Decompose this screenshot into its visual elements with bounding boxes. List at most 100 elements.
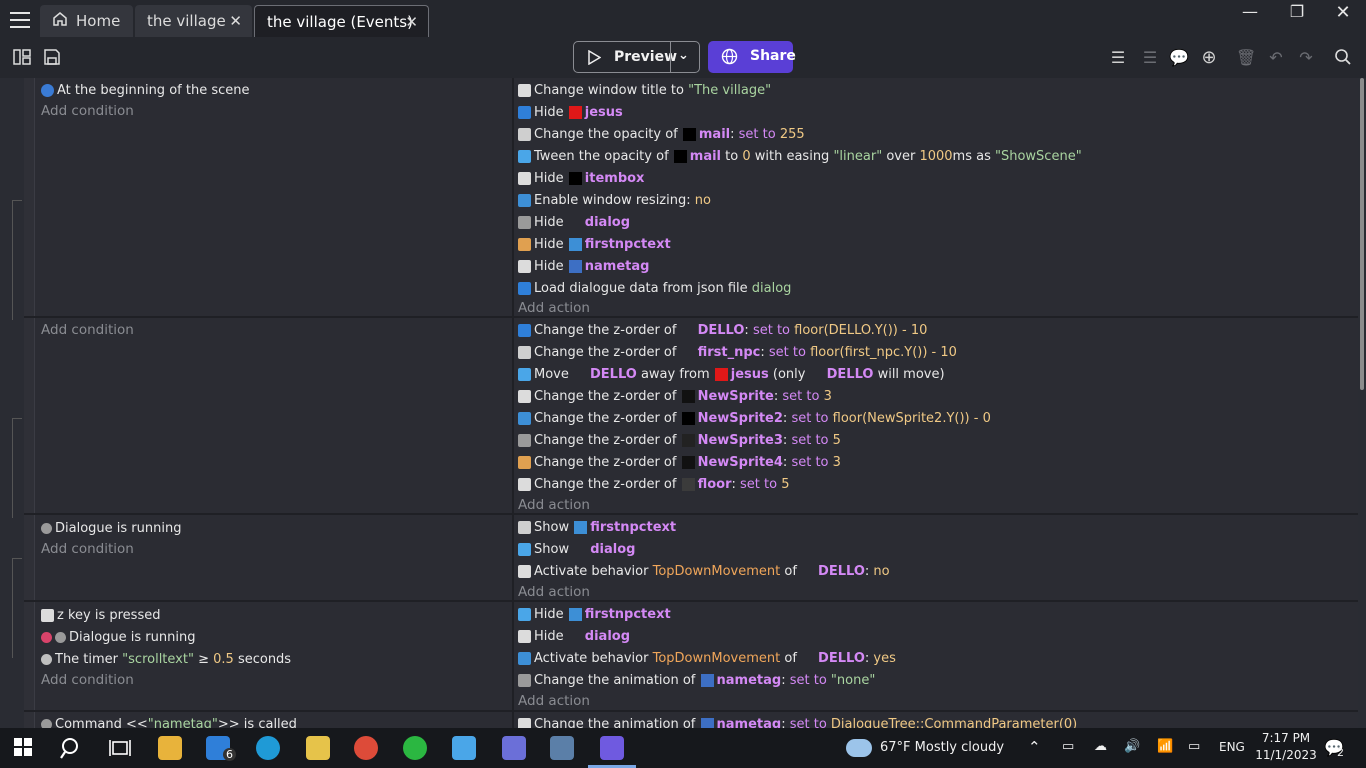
object-name[interactable]: jesus <box>731 367 769 382</box>
meet-icon[interactable]: ▭ <box>1062 739 1074 754</box>
action-row[interactable]: Hide dialog <box>518 625 630 647</box>
add-subevent-icon[interactable]: ☰ <box>1140 48 1160 68</box>
conditions-column[interactable]: At the beginning of the scene Add condit… <box>34 78 512 316</box>
object-name[interactable]: dialog <box>585 629 630 644</box>
object-name[interactable]: itembox <box>585 171 645 186</box>
action-row[interactable]: Change the z-order of NewSprite4: set to… <box>518 451 841 473</box>
add-action-link[interactable]: Add action <box>518 494 590 516</box>
action-row[interactable]: Hide firstnpctext <box>518 603 671 625</box>
gdevelop-icon[interactable] <box>600 736 624 760</box>
object-name[interactable]: NewSprite3 <box>698 433 783 448</box>
delete-icon[interactable]: 🗑 <box>1236 48 1256 68</box>
action-row[interactable]: Tween the opacity of mail to 0 with easi… <box>518 145 1082 167</box>
action-row[interactable]: Load dialogue data from json file dialog <box>518 277 791 299</box>
object-name[interactable]: first_npc <box>698 345 761 360</box>
action-row[interactable]: Change the animation of nametag: set to … <box>518 713 1077 728</box>
menu-icon[interactable] <box>10 12 30 28</box>
conditions-column[interactable]: Add condition <box>34 318 512 513</box>
condition-row[interactable]: Dialogue is running <box>41 626 195 648</box>
add-event-icon[interactable]: ☰ <box>1108 48 1128 68</box>
object-name[interactable]: DELLO <box>698 323 745 338</box>
wifi-icon[interactable]: 📶 <box>1157 739 1173 754</box>
action-row[interactable]: Change the opacity of mail: set to 255 <box>518 123 805 145</box>
add-condition-link[interactable]: Add condition <box>41 669 134 691</box>
condition-row[interactable]: Dialogue is running <box>41 517 181 539</box>
object-name[interactable]: DELLO <box>827 367 874 382</box>
action-row[interactable]: Hide itembox <box>518 167 644 189</box>
minimize-icon[interactable]: — <box>1230 2 1270 21</box>
action-row[interactable]: Move DELLO away from jesus (only DELLO w… <box>518 363 945 385</box>
action-row[interactable]: Change the z-order of NewSprite3: set to… <box>518 429 841 451</box>
conditions-column[interactable]: Command <<"nametag">> is called <box>34 712 512 728</box>
condition-row[interactable]: At the beginning of the scene <box>41 79 249 101</box>
clock-time[interactable]: 7:17 PM <box>1256 731 1316 745</box>
restore-icon[interactable]: ❐ <box>1277 2 1317 21</box>
object-name[interactable]: NewSprite4 <box>698 455 783 470</box>
tab-the-village-events[interactable]: the village (Events) ✕ <box>254 5 429 37</box>
action-row[interactable]: Change the z-order of first_npc: set to … <box>518 341 957 363</box>
search-icon[interactable] <box>60 736 84 760</box>
task-view-icon[interactable] <box>108 736 132 760</box>
conditions-column[interactable]: z key is pressed Dialogue is running The… <box>34 602 512 710</box>
object-name[interactable]: nametag <box>585 259 650 274</box>
object-name[interactable]: firstnpctext <box>585 237 671 252</box>
chrome-icon[interactable] <box>354 736 378 760</box>
action-row[interactable]: Activate behavior TopDownMovement of DEL… <box>518 647 896 669</box>
tab-the-village[interactable]: the village ✕ <box>135 5 252 37</box>
add-icon[interactable]: ⊕ <box>1199 48 1219 68</box>
add-action-link[interactable]: Add action <box>518 297 590 319</box>
action-row[interactable]: Activate behavior TopDownMovement of DEL… <box>518 560 890 582</box>
tab-home[interactable]: Home <box>40 5 133 37</box>
action-row[interactable]: Hide nametag <box>518 255 649 277</box>
actions-column[interactable]: Hide firstnpctext Hide dialog Activate beh… <box>512 602 1358 710</box>
object-name[interactable]: nametag <box>717 717 782 729</box>
app-icon[interactable] <box>502 736 526 760</box>
undo-icon[interactable]: ↶ <box>1266 48 1286 68</box>
action-row[interactable]: Hide firstnpctext <box>518 233 671 255</box>
action-row[interactable]: Show dialog <box>518 538 635 560</box>
close-tab-icon[interactable]: ✕ <box>405 13 418 31</box>
redo-icon[interactable]: ↷ <box>1296 48 1316 68</box>
search-icon[interactable] <box>1333 48 1353 68</box>
object-name[interactable]: mail <box>690 149 721 164</box>
object-name[interactable]: mail <box>699 127 730 142</box>
share-button[interactable]: Share <box>708 41 796 73</box>
add-comment-icon[interactable]: 💬 <box>1169 48 1189 68</box>
object-name[interactable]: jesus <box>585 105 623 120</box>
object-name[interactable]: dialog <box>590 542 635 557</box>
action-row[interactable]: Hide jesus <box>518 101 623 123</box>
windows-start-icon[interactable] <box>12 736 36 760</box>
actions-column[interactable]: Show firstnpctext Show dialog Activate beh… <box>512 515 1358 600</box>
whatsapp-icon[interactable] <box>403 736 427 760</box>
conditions-column[interactable]: Dialogue is running Add condition <box>34 515 512 600</box>
object-name[interactable]: NewSprite <box>698 389 774 404</box>
object-name[interactable]: DELLO <box>590 367 637 382</box>
event-block[interactable]: Add condition Change the z-order of DELL… <box>24 318 1358 515</box>
actions-column[interactable]: Change window title to "The village" Hide… <box>512 78 1358 316</box>
object-name[interactable]: NewSprite2 <box>698 411 783 426</box>
action-row[interactable]: Change the z-order of NewSprite2: set to… <box>518 407 991 429</box>
add-condition-link[interactable]: Add condition <box>41 100 134 122</box>
object-name[interactable]: DELLO <box>818 564 865 579</box>
add-action-link[interactable]: Add action <box>518 690 590 712</box>
action-row[interactable]: Change the z-order of DELLO: set to floo… <box>518 319 927 341</box>
actions-column[interactable]: Change the animation of nametag: set to … <box>512 712 1358 728</box>
object-name[interactable]: DELLO <box>818 651 865 666</box>
clock-date[interactable]: 11/1/2023 <box>1252 748 1320 762</box>
chevron-down-icon[interactable]: ⌄ <box>678 48 689 63</box>
add-action-link[interactable]: Add action <box>518 581 590 603</box>
event-block[interactable]: At the beginning of the scene Add condit… <box>24 78 1358 318</box>
object-name[interactable]: firstnpctext <box>585 607 671 622</box>
object-name[interactable]: nametag <box>717 673 782 688</box>
action-row[interactable]: Change the z-order of NewSprite: set to … <box>518 385 832 407</box>
edge-icon[interactable] <box>256 736 280 760</box>
preview-button[interactable]: Preview ⌄ <box>573 41 700 73</box>
object-name[interactable]: dialog <box>585 215 630 230</box>
event-block[interactable]: z key is pressed Dialogue is running The… <box>24 602 1358 712</box>
language-indicator[interactable]: ENG <box>1219 740 1245 754</box>
action-row[interactable]: Show firstnpctext <box>518 516 676 538</box>
onedrive-icon[interactable]: ☁ <box>1094 739 1107 754</box>
remote-desktop-icon[interactable] <box>550 736 574 760</box>
object-name[interactable]: floor <box>698 477 732 492</box>
close-tab-icon[interactable]: ✕ <box>229 12 242 30</box>
